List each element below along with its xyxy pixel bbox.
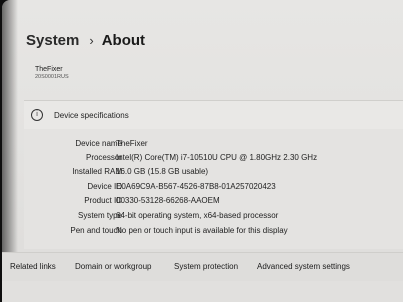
spec-value: 64-bit operating system, x64-based proce… [116,211,279,220]
domain-or-workgroup-link[interactable]: Domain or workgroup [75,262,151,271]
device-model: 20S0001RUS [35,74,69,80]
page-title: About [101,31,146,49]
breadcrumb-system-link[interactable]: System [26,32,79,49]
section-title: Device specifications [54,110,129,120]
spec-row-product-id: Product ID 00330-53128-66268-AAOEM [24,194,403,208]
device-name-header: TheFixer [35,66,63,73]
spec-row-installed-ram: Installed RAM 16.0 GB (15.8 GB usable) [24,165,403,179]
bottom-area [2,281,403,302]
spec-value: E0A69C9A-B567-4526-87B8-01A257020423 [116,182,276,191]
spec-label: Device name [75,139,122,148]
breadcrumb: System › About [26,29,145,51]
settings-window: System › About TheFixer 20S0001RUS i Dev… [2,0,403,302]
spec-value: No pen or touch input is available for t… [116,226,288,235]
info-icon: i [31,109,43,121]
spec-value: Intel(R) Core(TM) i7-10510U CPU @ 1.80GH… [116,153,318,162]
spec-value: 16.0 GB (15.8 GB usable) [116,167,209,176]
spec-label: Installed RAM [72,167,122,176]
spec-row-pen-and-touch: Pen and touch No pen or touch input is a… [24,224,403,238]
spec-label: Pen and touch [70,226,122,235]
chevron-right-icon: › [89,32,94,48]
spec-row-device-id: Device ID E0A69C9A-B567-4526-87B8-01A257… [24,180,403,194]
related-links-bar: Related links Domain or workgroup System… [2,252,403,281]
spec-row-processor: Processor Intel(R) Core(TM) i7-10510U CP… [24,151,403,165]
related-links-label: Related links [10,262,56,271]
system-protection-link[interactable]: System protection [174,262,238,271]
device-specifications-header[interactable]: i Device specifications [24,100,403,130]
spec-row-system-type: System type 64-bit operating system, x64… [24,209,403,223]
spec-value: TheFixer [116,139,148,148]
device-specifications-panel: Device name TheFixer Processor Intel(R) … [24,129,403,249]
spec-value: 00330-53128-66268-AAOEM [116,196,220,205]
spec-row-device-name: Device name TheFixer [24,137,403,151]
advanced-system-settings-link[interactable]: Advanced system settings [257,262,350,271]
